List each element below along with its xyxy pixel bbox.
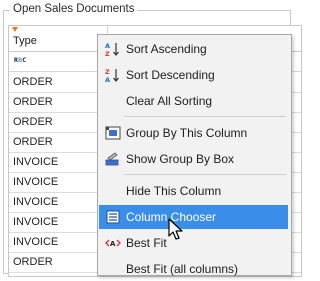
menu-separator [124, 116, 286, 117]
svg-text:Z: Z [105, 68, 110, 76]
menu-item-show-group-by-box[interactable]: Show Group By Box [99, 147, 288, 171]
group-by-box-icon [105, 151, 121, 167]
menu-item-best-fit[interactable]: A Best Fit [99, 231, 288, 255]
panel-title: Open Sales Documents [10, 3, 138, 15]
menu-item-sort-descending[interactable]: Z A Sort Descending [99, 63, 288, 87]
column-chooser-icon [105, 209, 121, 225]
svg-text:A: A [105, 42, 110, 50]
column-header-type[interactable]: Type [13, 35, 37, 47]
mouse-pointer-icon [168, 218, 183, 240]
sort-ascending-icon: A Z [105, 41, 121, 58]
cell-type: ORDER [13, 96, 53, 108]
menu-item-column-chooser[interactable]: Column Chooser [99, 205, 288, 229]
column-context-menu: A Z Sort Ascending Z A Sort Descending C… [97, 34, 292, 276]
svg-text:A: A [110, 240, 116, 248]
cell-type: INVOICE [13, 176, 59, 188]
svg-text:Z: Z [105, 50, 110, 57]
sort-descending-icon: Z A [105, 67, 121, 84]
menu-item-best-fit-all-columns[interactable]: Best Fit (all columns) [99, 257, 288, 281]
menu-item-group-by-column[interactable]: Group By This Column [99, 121, 288, 145]
cell-type: INVOICE [13, 156, 59, 168]
svg-text:A: A [105, 76, 110, 83]
cell-type: INVOICE [13, 216, 59, 228]
filter-operator-icon[interactable]: RBC [14, 56, 26, 64]
menu-item-clear-all-sorting[interactable]: Clear All Sorting [99, 89, 288, 113]
cell-type: ORDER [13, 256, 53, 268]
cell-type: ORDER [13, 76, 53, 88]
group-by-column-icon [105, 125, 121, 141]
filter-indicator-icon[interactable] [12, 27, 18, 32]
menu-item-sort-ascending[interactable]: A Z Sort Ascending [99, 37, 288, 61]
cell-type: INVOICE [13, 196, 59, 208]
menu-item-hide-this-column[interactable]: Hide This Column [99, 179, 288, 203]
cell-type: ORDER [13, 136, 53, 148]
best-fit-icon: A [105, 235, 121, 251]
cell-type: INVOICE [13, 236, 59, 248]
menu-separator [124, 174, 286, 175]
cell-type: ORDER [13, 116, 53, 128]
